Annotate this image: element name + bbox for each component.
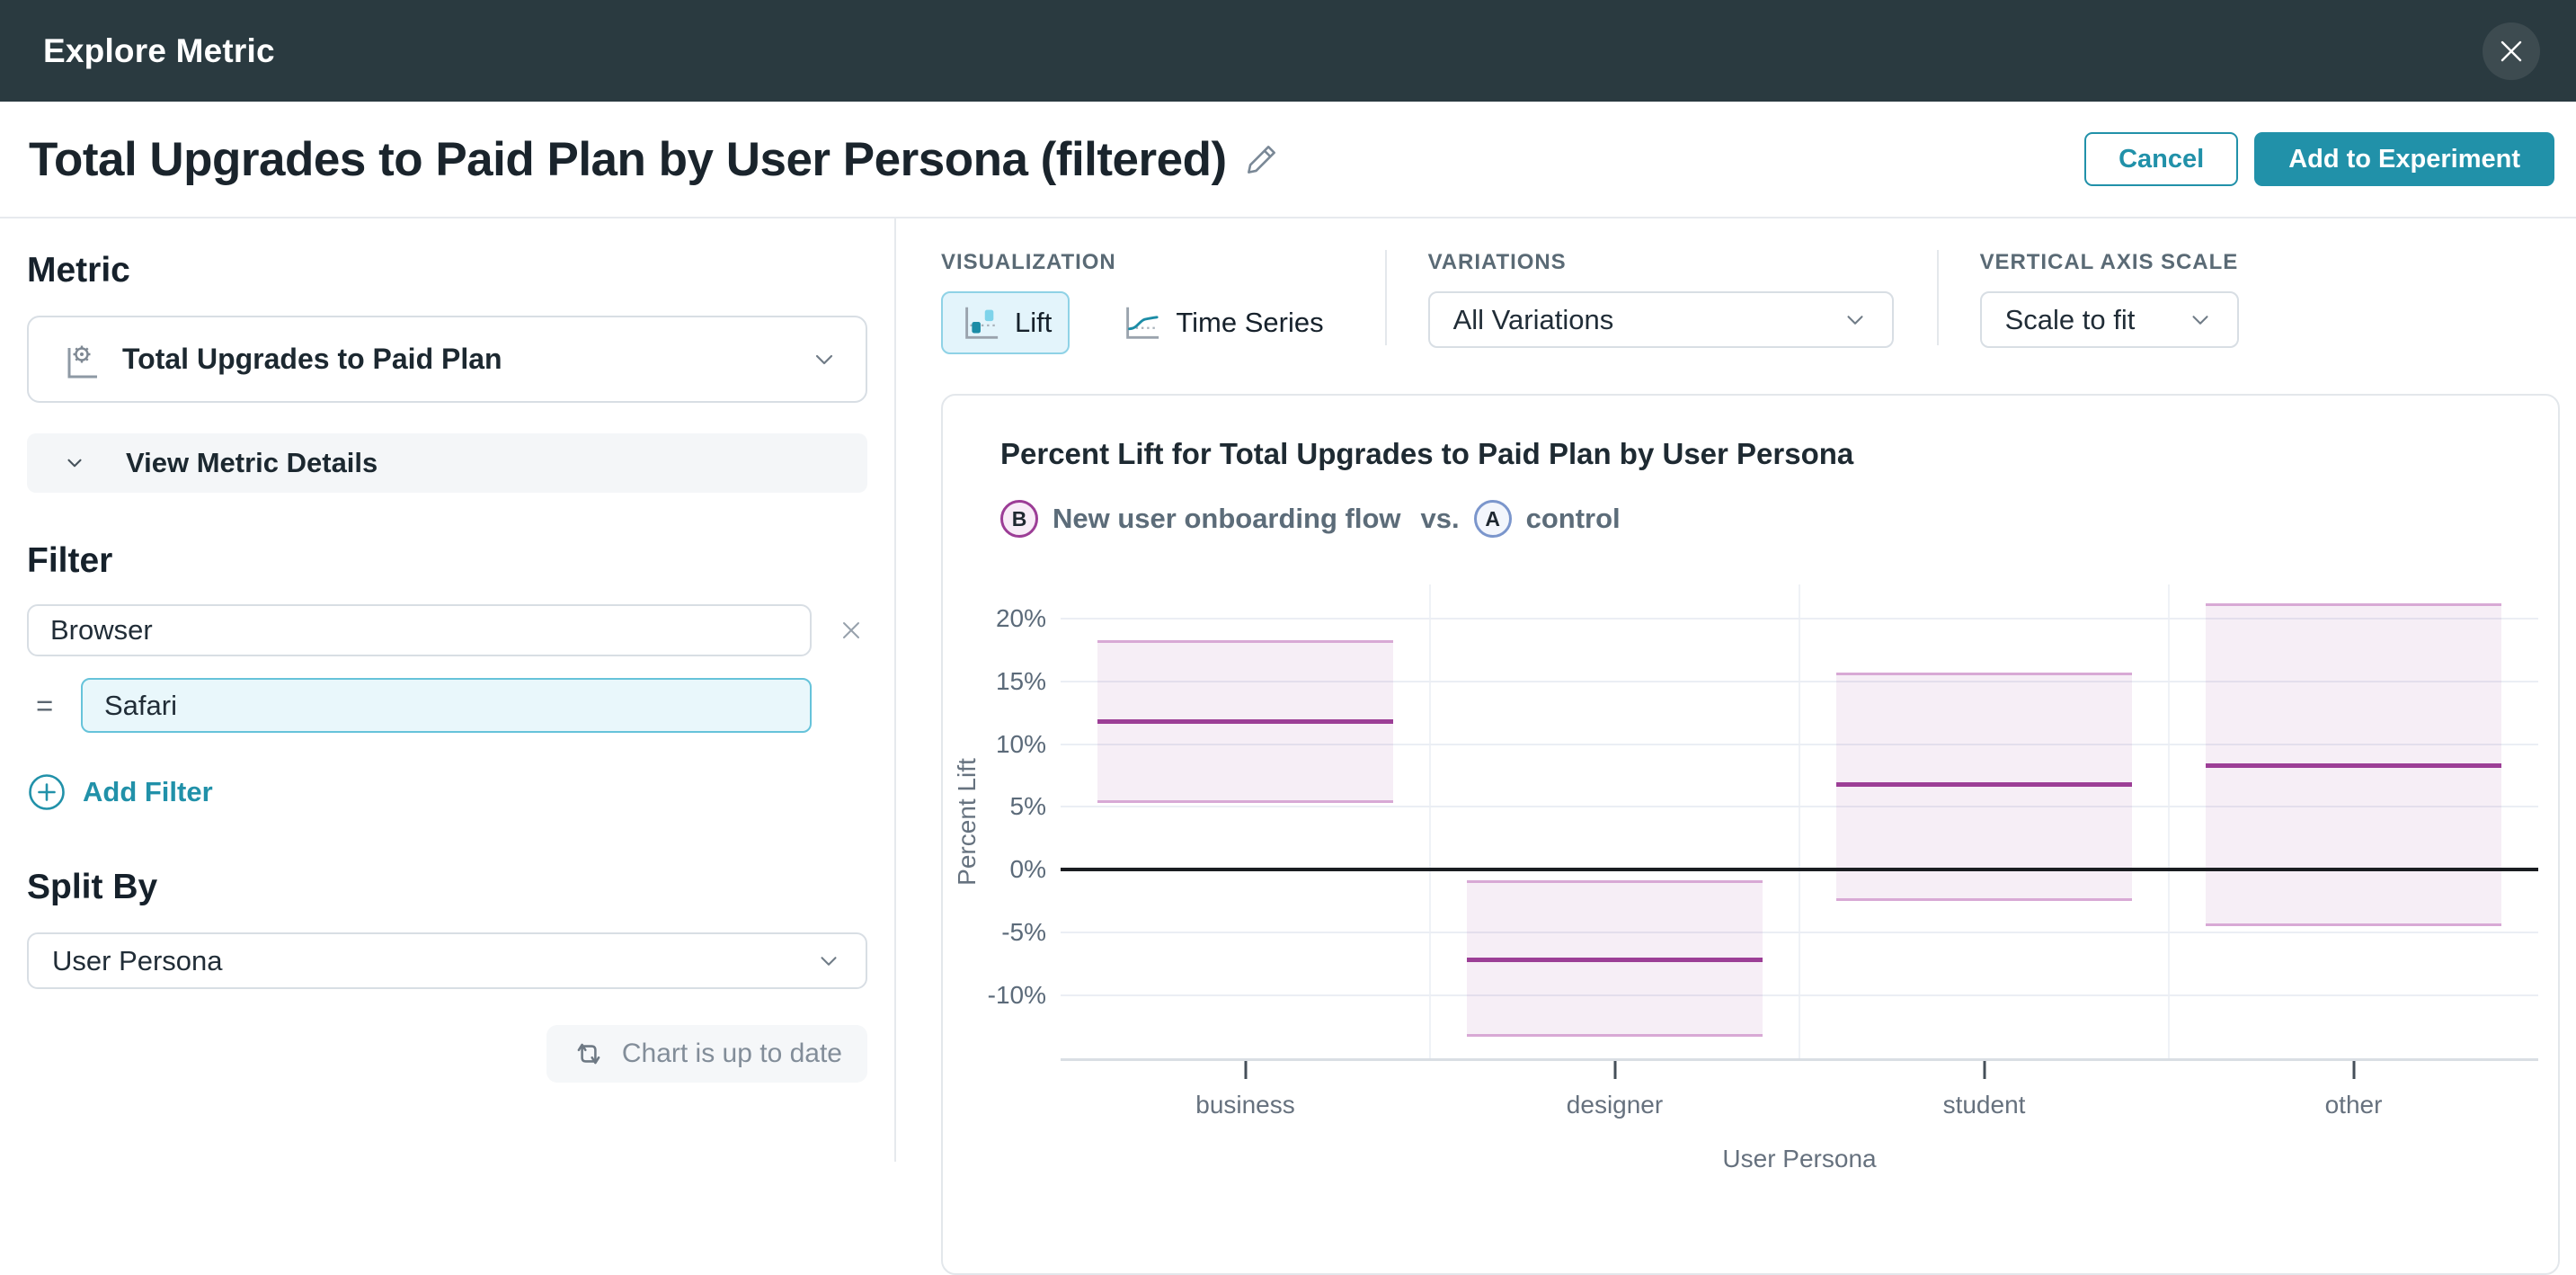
vertical-gridline [1799,584,1800,1058]
close-icon [2498,38,2525,65]
viz-option-time-series[interactable]: Time Series [1102,291,1341,354]
metric-select[interactable]: Total Upgrades to Paid Plan [27,316,867,403]
lift-value-designer [1467,957,1763,962]
title-bar: Total Upgrades to Paid Plan by User Pers… [0,102,2576,218]
axis-scale-select[interactable]: Scale to fit [1979,291,2239,348]
page-title: Total Upgrades to Paid Plan by User Pers… [29,132,1227,186]
time-series-chart-icon [1120,302,1161,343]
chart-card: Percent Lift for Total Upgrades to Paid … [941,394,2560,1275]
x-category-label: business [1195,1091,1295,1119]
plus-circle-icon [27,772,67,812]
metric-chart-icon [56,336,102,383]
variations-label: VARIATIONS [1427,250,1567,274]
chart-title: Percent Lift for Total Upgrades to Paid … [1000,437,1854,470]
view-metric-details-toggle[interactable]: View Metric Details [27,433,867,493]
visualization-group: VISUALIZATION Lift Time Series [941,250,1342,354]
chevron-down-icon [810,345,839,374]
variant-a-badge: A [1473,500,1512,538]
variations-value: All Variations [1452,303,1614,335]
x-tick-mark [1244,1061,1247,1079]
variations-group: VARIATIONS All Variations [1427,250,1894,348]
axis-scale-group: VERTICAL AXIS SCALE Scale to fit [1979,250,2239,348]
view-metric-details-label: View Metric Details [126,447,378,478]
variant-b-badge: B [1000,500,1038,538]
viz-lift-label: Lift [1015,307,1053,338]
y-axis-title: Percent Lift [953,757,981,886]
chevron-down-icon [63,451,86,475]
axis-scale-label: VERTICAL AXIS SCALE [1979,250,2239,274]
filter-field-value: Browser [50,614,153,646]
modal-title: Explore Metric [43,31,275,69]
split-by-heading: Split By [27,868,158,906]
x-tick-mark [2352,1061,2355,1079]
cancel-button[interactable]: Cancel [2084,132,2239,186]
divider [1936,250,1939,345]
visualization-label: VISUALIZATION [941,250,1116,274]
variant-a-name: control [1525,503,1621,534]
metric-heading: Metric [27,251,130,290]
x-category-label: other [2324,1091,2383,1119]
horizontal-gridline [1061,932,2538,934]
close-button[interactable] [2483,22,2540,80]
edit-pencil-icon[interactable] [1241,138,1283,180]
viz-time-series-label: Time Series [1176,307,1324,338]
viz-option-lift[interactable]: Lift [941,291,1070,354]
y-tick-label: 15% [995,666,1046,695]
chart-status-badge: Chart is up to date [546,1025,867,1083]
filter-operator: = [36,688,54,722]
y-tick-label: 20% [995,603,1046,632]
chevron-down-icon [815,948,842,975]
lift-chart-icon [959,302,1000,343]
x-tick-mark [1983,1061,1985,1079]
y-tick-label: 10% [995,729,1046,758]
x-category-label: student [1942,1091,2026,1119]
split-by-value: User Persona [52,944,223,976]
horizontal-gridline [1061,994,2538,997]
add-to-experiment-button[interactable]: Add to Experiment [2254,132,2554,186]
zero-baseline [1061,868,2538,872]
y-tick-label: -5% [1001,918,1046,947]
y-tick-label: 5% [1009,792,1046,821]
config-panel: Metric Total Upgrades to Paid Plan View … [0,218,896,1162]
variant-b-name: New user onboarding flow [1053,503,1401,534]
filter-field-select[interactable]: Browser [27,604,812,656]
axis-scale-value: Scale to fit [2004,303,2136,335]
x-category-label: designer [1566,1091,1664,1119]
divider [1384,250,1387,345]
metric-select-value: Total Upgrades to Paid Plan [122,343,502,375]
chart-legend: B New user onboarding flow vs. A control [1000,500,2558,538]
y-tick-label: 0% [1009,855,1046,884]
filter-value-input[interactable] [81,678,812,733]
plot-area: Percent Lift User Persona 20% 15% 10% 5% 0% -… [953,584,2538,1172]
modal-header: Explore Metric [0,0,2576,102]
chart-status-text: Chart is up to date [621,1039,842,1068]
sync-icon [572,1037,606,1071]
x-tick-mark [1613,1061,1616,1079]
lift-value-other [2206,763,2501,769]
chevron-down-icon [1842,307,1869,334]
vertical-gridline [1429,584,1431,1058]
remove-filter-icon[interactable] [839,618,864,643]
y-tick-label: -10% [987,981,1046,1010]
filter-heading: Filter [27,541,113,580]
vertical-gridline [2168,584,2170,1058]
split-by-select[interactable]: User Persona [27,932,867,989]
add-filter-label: Add Filter [83,776,213,807]
lift-value-student [1836,782,2132,788]
legend-vs-label: vs. [1420,503,1460,534]
chart-panel: VISUALIZATION Lift Time Series VARIATION… [896,218,2576,1275]
lift-value-business [1097,719,1393,725]
chevron-down-icon [2187,307,2214,334]
x-axis-title: User Persona [1722,1145,1877,1172]
add-filter-button[interactable]: Add Filter [27,772,213,812]
variations-select[interactable]: All Variations [1427,291,1894,348]
